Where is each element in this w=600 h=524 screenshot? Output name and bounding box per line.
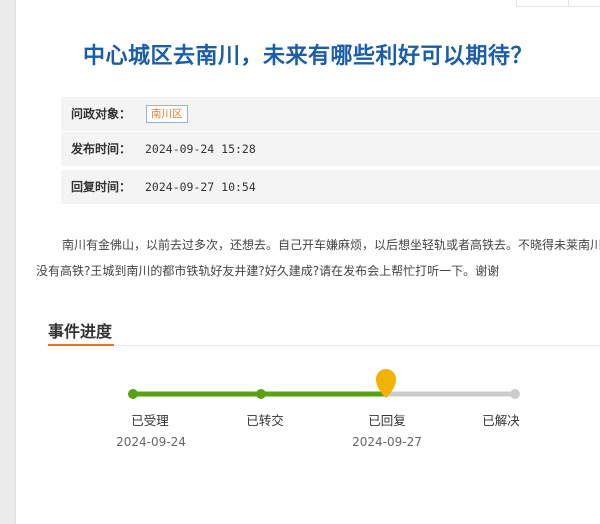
section-divider — [48, 345, 600, 346]
target-label: 问政对象： — [71, 107, 132, 121]
step-label-resolved: 已解决 — [482, 413, 520, 428]
page-title: 中心城区去南川，未来有哪些利好可以期待？ — [82, 44, 533, 69]
info-row-publish: 发布时间： 2024-09-24 15:28 — [61, 132, 600, 166]
step-date-received: 2024-09-24 — [116, 435, 186, 449]
step-label-received: 已受理 — [131, 413, 169, 428]
content-line-2: 没有高铁?王城到南川的都市铁轨好友井建?好久建成?请在发布会上帮忙打听一下。谢谢 — [36, 264, 500, 278]
step-dot-transferred — [256, 389, 266, 399]
info-row-reply: 回复时间： 2024-09-27 10:54 — [61, 170, 600, 204]
step-label-transferred: 已转交 — [246, 413, 284, 428]
step-label-replied: 已回复 — [368, 413, 406, 428]
step-dot-received — [128, 389, 138, 399]
reply-time: 2024-09-27 10:54 — [145, 180, 256, 194]
progress-section-title: 事件进度 — [48, 322, 113, 341]
section-title-underline — [48, 344, 114, 346]
publish-label: 发布时间： — [71, 142, 132, 156]
top-tab-secondary[interactable] — [568, 0, 600, 7]
step-date-replied: 2024-09-27 — [352, 435, 422, 449]
info-row-target: 问政对象： 南川区 — [61, 97, 600, 131]
progress-tracker: 已受理 已转交 已回复 已解决 2024-09-24 2024-09-27 — [16, 360, 600, 460]
content-line-1: 南川有金佛山，以前去过多次，还想去。自己开车嫌麻烦，以后想坐轻轨或者高铁去。不晓… — [62, 238, 600, 252]
progress-track-svg — [128, 369, 520, 399]
target-tag[interactable]: 南川区 — [146, 105, 188, 123]
reply-label: 回复时间： — [71, 180, 132, 194]
detail-card: 中心城区去南川，未来有哪些利好可以期待？ 问政对象： 南川区 发布时间： 202… — [16, 0, 600, 524]
publish-time: 2024-09-24 15:28 — [145, 142, 256, 156]
top-tab[interactable] — [516, 0, 570, 7]
question-content: 南川有金佛山，以前去过多次，还想去。自己开车嫌麻烦，以后想坐轻轨或者高铁去。不晓… — [16, 232, 600, 284]
step-dot-resolved — [510, 389, 520, 399]
